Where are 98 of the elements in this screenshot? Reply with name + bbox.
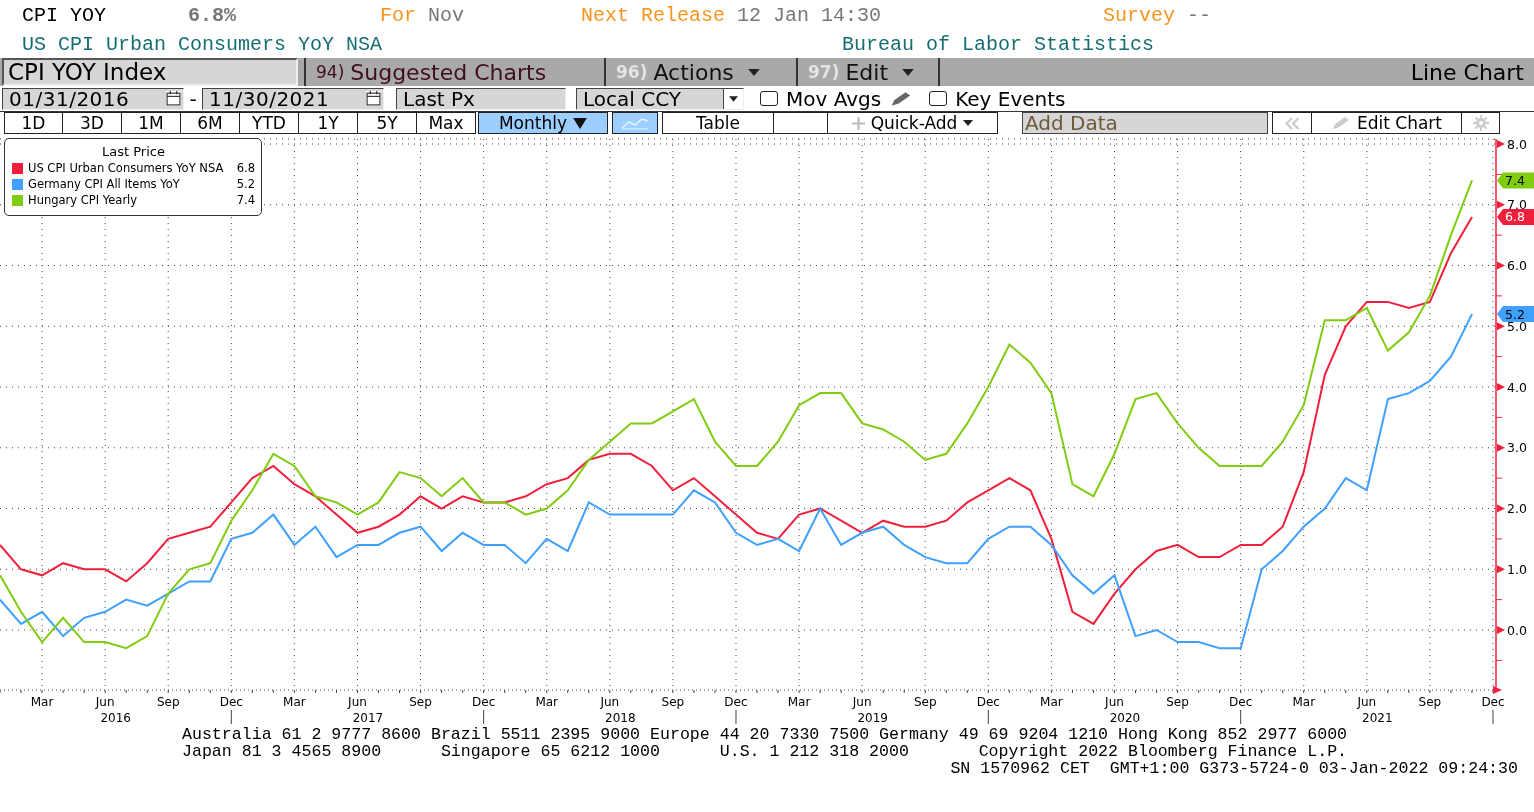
y-tick-label: 4.0 <box>1507 379 1527 395</box>
security-description: US CPI Urban Consumers YoY NSA <box>22 32 384 56</box>
add-data-field[interactable]: Add Data <box>1022 112 1268 134</box>
x-tick-label: Mar <box>787 695 811 709</box>
year-label: 2018 <box>605 711 636 725</box>
line-chart-icon <box>621 116 649 130</box>
blank-button[interactable] <box>774 112 828 134</box>
x-tick-label: Mar <box>535 695 559 709</box>
y-tick-label: 3.0 <box>1507 440 1527 456</box>
x-tick-label: Jun <box>348 695 367 709</box>
legend-value: 7.4 <box>236 193 255 207</box>
security-field[interactable]: CPI YOY Index <box>2 58 298 86</box>
legend-value: 5.2 <box>236 177 255 191</box>
legend-label: Hungary CPI Yearly <box>28 193 139 207</box>
range-button[interactable]: 1M <box>122 112 181 134</box>
year-label: 2016 <box>100 711 131 725</box>
settings-button[interactable] <box>1462 112 1500 134</box>
date-separator: - <box>188 86 198 111</box>
table-button[interactable]: Table <box>662 112 774 134</box>
range-button[interactable]: 3D <box>63 112 122 134</box>
survey-value: -- <box>1187 3 1212 27</box>
plus-icon <box>851 116 865 130</box>
year-label: 2020 <box>1109 711 1141 725</box>
x-tick-label: Mar <box>1040 695 1063 709</box>
checkbox-label[interactable]: Key Events <box>955 86 1066 111</box>
checkbox[interactable] <box>929 91 948 106</box>
checkbox-label[interactable]: Mov Avgs <box>786 86 882 111</box>
caret-icon <box>573 117 588 129</box>
y-tick-label: 2.0 <box>1507 501 1527 516</box>
x-tick-label: Sep <box>156 695 180 709</box>
footer-text: SN 1570962 CET GMT+1:00 G373-5724-0 03-Jan-2022 09:24:30 <box>949 760 1518 777</box>
end-date-field[interactable]: 11/30/2021 <box>202 87 384 110</box>
collapse-button[interactable] <box>1272 112 1312 134</box>
x-tick-label: Mar <box>1292 695 1316 709</box>
x-tick-label: Dec <box>219 695 243 709</box>
range-button[interactable]: 1Y <box>299 112 358 134</box>
release-label: Next Release <box>581 3 726 27</box>
period-value: Nov <box>428 3 465 27</box>
field-selector[interactable]: Last Px <box>396 87 566 110</box>
last-value-tag: 5.2 <box>1497 306 1534 323</box>
double-chevron-icon <box>1283 116 1301 130</box>
caret-icon <box>963 120 974 126</box>
x-tick-label: Dec <box>472 695 496 709</box>
x-tick-label: Dec <box>1481 695 1505 709</box>
range-button[interactable]: Max <box>417 112 476 134</box>
x-tick-label: Dec <box>1229 695 1253 709</box>
source-label: Bureau of Labor Statistics <box>842 32 1156 56</box>
x-tick-label: Sep <box>1418 695 1442 709</box>
x-tick-label: Jun <box>600 695 620 709</box>
x-tick-label: Dec <box>976 695 1000 709</box>
currency-dropdown[interactable]: Local CCY <box>576 87 744 110</box>
legend-label: Germany CPI All Items YoY <box>28 177 181 191</box>
release-value: 12 Jan 14:30 <box>737 3 882 27</box>
frequency-dropdown[interactable]: Monthly <box>478 112 608 134</box>
x-tick-label: Jun <box>852 695 872 709</box>
edit-chart-button[interactable]: Edit Chart <box>1312 112 1462 134</box>
year-label: 2017 <box>352 711 384 725</box>
settings-icon <box>1472 115 1489 131</box>
footer-text: Australia 61 2 9777 8600 Brazil 5511 2395 9000 Europe 44 20 7330 7500 Germany 49 69 9204 1210 Hong Kong 852 2977 6000 <box>182 726 1349 743</box>
calendar-icon[interactable] <box>166 91 181 106</box>
start-date-field[interactable]: 01/31/2016 <box>2 87 184 110</box>
period-label: For <box>380 3 416 27</box>
y-tick-label: 8.0 <box>1507 136 1527 152</box>
x-tick-label: Sep <box>409 695 432 709</box>
caret-icon <box>723 88 743 109</box>
legend-value: 6.8 <box>236 161 255 175</box>
year-label: 2019 <box>857 711 888 725</box>
y-tick-label: 6.0 <box>1507 258 1527 273</box>
pencil-icon <box>1330 116 1351 130</box>
ticker-label: CPI YOY <box>22 3 107 27</box>
chart-type-label: Line Chart <box>1410 59 1525 85</box>
calendar-icon[interactable] <box>366 91 381 106</box>
range-button[interactable]: YTD <box>240 112 299 134</box>
range-button[interactable]: 6M <box>181 112 240 134</box>
last-value-tag: 6.8 <box>1497 208 1534 225</box>
footer-text: Japan 81 3 4565 8900 Singapore 65 6212 1000 U.S. 1 212 318 2000 Copyright 2022 Bloomberg Finance L.P. <box>182 743 1349 760</box>
line-chart-button[interactable] <box>612 112 658 134</box>
x-tick-label: Dec <box>724 695 748 709</box>
quick-add-button[interactable]: Quick-Add <box>828 112 998 134</box>
legend-label: US CPI Urban Consumers YoY NSA <box>28 161 225 175</box>
x-tick-label: Sep <box>661 695 685 709</box>
x-tick-label: Mar <box>283 695 306 709</box>
x-tick-label: Mar <box>30 695 54 709</box>
checkbox[interactable] <box>760 91 778 106</box>
x-tick-label: Sep <box>1166 695 1189 709</box>
range-button[interactable]: 1D <box>4 112 63 134</box>
x-tick-label: Jun <box>95 695 115 709</box>
last-value-tag: 7.4 <box>1497 172 1534 189</box>
last-value: 6.8% <box>188 3 237 27</box>
year-label: 2021 <box>1362 711 1393 725</box>
legend-title: Last Price <box>101 144 166 159</box>
x-tick-label: Sep <box>913 695 937 709</box>
range-button[interactable]: 5Y <box>358 112 417 134</box>
survey-label: Survey <box>1103 3 1175 27</box>
y-tick-label: 1.0 <box>1507 561 1527 577</box>
y-tick-label: 0.0 <box>1507 622 1527 638</box>
x-tick-label: Jun <box>1105 695 1124 709</box>
x-tick-label: Jun <box>1357 695 1377 709</box>
